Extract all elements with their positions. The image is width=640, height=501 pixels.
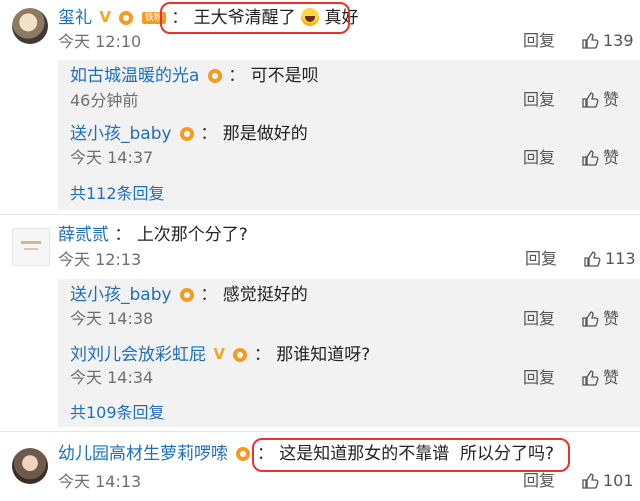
avatar[interactable] bbox=[12, 228, 50, 266]
thumbs-up-icon bbox=[582, 150, 599, 166]
crown-badge-icon bbox=[207, 69, 222, 83]
reply-text: 那是做好的 bbox=[222, 124, 308, 144]
reply-time: 46分钟前 bbox=[70, 91, 139, 110]
like-button[interactable]: 赞 bbox=[581, 90, 619, 110]
crown-badge-icon bbox=[179, 288, 194, 302]
reply-button[interactable]: 回复 bbox=[523, 148, 555, 168]
like-button[interactable]: 139 bbox=[581, 31, 634, 51]
reply-author[interactable]: 刘刘儿会放彩虹屁 bbox=[70, 345, 206, 365]
reply-button[interactable]: 回复 bbox=[523, 368, 555, 388]
highlight-box bbox=[252, 438, 570, 472]
avatar[interactable] bbox=[12, 8, 48, 44]
reply-text: 可不是呗 bbox=[250, 66, 319, 86]
reply-text: 感觉挺好的 bbox=[222, 285, 308, 305]
crown-badge-icon bbox=[236, 447, 251, 461]
reply-time: 今天 14:38 bbox=[70, 309, 154, 328]
reply-button[interactable]: 回复 bbox=[523, 31, 555, 51]
comment-time: 今天 12:13 bbox=[58, 250, 142, 269]
reply-time: 今天 14:34 bbox=[70, 368, 154, 387]
comment-3: 幼儿园高材生萝莉啰嗦 ： 这是知道那女的不靠谱 所以分了吗? 今天 14:13 … bbox=[0, 432, 640, 501]
reply-text: 那谁知道呀? bbox=[276, 345, 371, 365]
like-button[interactable]: 113 bbox=[583, 249, 636, 269]
reply-button[interactable]: 回复 bbox=[525, 249, 557, 269]
divider bbox=[0, 214, 640, 215]
highlight-box bbox=[160, 2, 350, 34]
reply-button[interactable]: 回复 bbox=[523, 471, 555, 491]
comment-author[interactable]: 薛贰贰 bbox=[58, 225, 109, 245]
v-badge-icon: V bbox=[213, 345, 226, 363]
thumbs-up-icon bbox=[582, 370, 599, 386]
avatar[interactable] bbox=[12, 448, 48, 484]
comment-1: 玺礼 V 铁粉 ： 王大爷清醒了 真好 今天 12:10 回复 139 bbox=[0, 0, 640, 60]
thumbs-up-icon bbox=[582, 473, 599, 489]
thumbs-up-icon bbox=[582, 311, 599, 327]
comment-2: 薛贰贰 ： 上次那个分了? 今天 12:13 回复 113 bbox=[0, 216, 640, 274]
crown-badge-icon bbox=[119, 11, 134, 25]
crown-badge-icon bbox=[233, 348, 248, 362]
like-button[interactable]: 赞 bbox=[581, 148, 619, 168]
thumbs-up-icon bbox=[582, 92, 599, 108]
more-replies-link[interactable]: 共112条回复 bbox=[70, 184, 165, 204]
like-button[interactable]: 赞 bbox=[581, 368, 619, 388]
like-button[interactable]: 101 bbox=[581, 471, 634, 491]
comment-time: 今天 14:13 bbox=[58, 472, 142, 491]
comment-author[interactable]: 玺礼 bbox=[58, 8, 92, 28]
reply-button[interactable]: 回复 bbox=[523, 309, 555, 329]
reply-author[interactable]: 如古城温暖的光a bbox=[70, 66, 199, 86]
reply-list: 送小孩_baby ： 感觉挺好的 今天 14:38 回复 赞 刘刘儿会放彩虹屁 … bbox=[58, 279, 640, 427]
crown-badge-icon bbox=[179, 127, 194, 141]
like-button[interactable]: 赞 bbox=[581, 309, 619, 329]
like-count: 139 bbox=[603, 31, 634, 50]
reply-list: 如古城温暖的光a ： 可不是呗 46分钟前 回复 赞 送小孩_baby ： 那是… bbox=[58, 60, 640, 210]
reply-button[interactable]: 回复 bbox=[523, 90, 555, 110]
comment-time: 今天 12:10 bbox=[58, 32, 142, 51]
more-replies-link[interactable]: 共109条回复 bbox=[70, 403, 165, 423]
reply-author[interactable]: 送小孩_baby bbox=[70, 124, 172, 144]
thumbs-up-icon bbox=[584, 251, 601, 267]
comment-author[interactable]: 幼儿园高材生萝莉啰嗦 bbox=[58, 444, 228, 464]
thumbs-up-icon bbox=[582, 33, 599, 49]
reply-time: 今天 14:37 bbox=[70, 148, 154, 167]
like-count: 101 bbox=[603, 471, 634, 490]
like-count: 113 bbox=[605, 249, 636, 268]
comment-text: 上次那个分了? bbox=[136, 225, 248, 245]
v-badge-icon: V bbox=[99, 8, 112, 26]
reply-author[interactable]: 送小孩_baby bbox=[70, 285, 172, 305]
